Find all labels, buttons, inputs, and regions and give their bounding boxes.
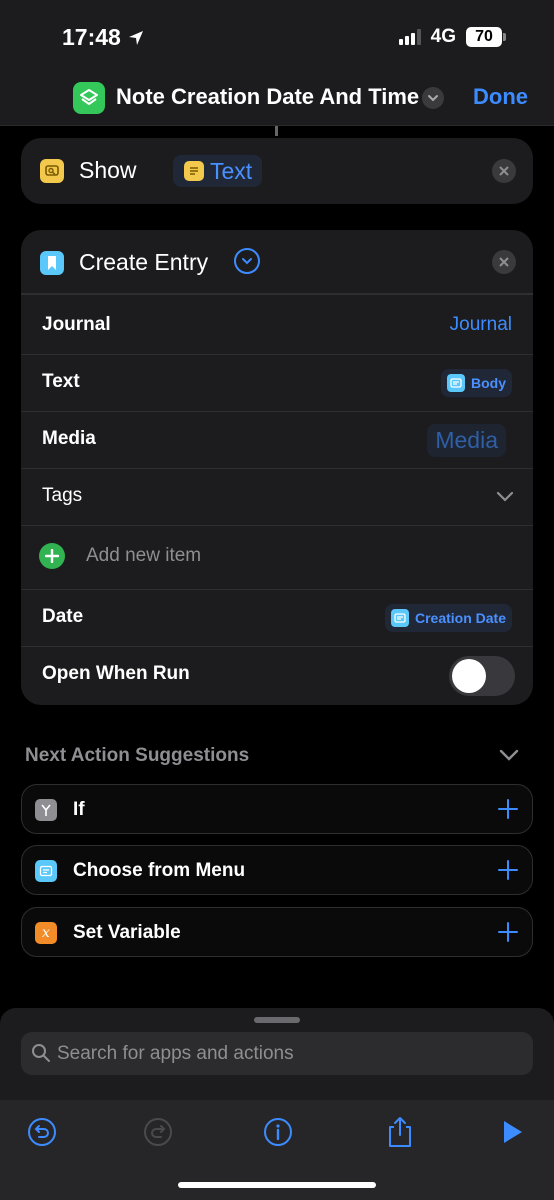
branch-icon [35, 799, 57, 821]
suggestion-choose-from-menu[interactable]: Choose from Menu [21, 845, 533, 895]
undo-button[interactable] [22, 1112, 62, 1152]
show-action-label: Show [79, 157, 137, 183]
remove-show-action-button[interactable] [492, 159, 516, 183]
add-new-item-row[interactable]: Add new item [21, 526, 533, 590]
signal-icon [398, 29, 421, 45]
layers-icon[interactable] [73, 82, 105, 114]
add-new-item-label: Add new item [86, 545, 202, 566]
open-when-run-label: Open When Run [42, 663, 190, 684]
tags-label: Tags [42, 485, 83, 506]
media-token-label: Media [435, 427, 498, 453]
status-time: 17:48 [62, 24, 145, 51]
journal-value[interactable]: Journal [450, 314, 512, 336]
text-box-icon [447, 374, 465, 392]
search-icon [32, 1044, 50, 1062]
menu-icon [35, 860, 57, 882]
show-action-card[interactable]: Show Text [21, 138, 533, 204]
suggestion-choose-from-menu-label: Choose from Menu [73, 860, 246, 881]
open-when-run-row: Open When Run [21, 647, 533, 704]
info-button[interactable] [258, 1112, 298, 1152]
text-row[interactable]: Text Body [21, 355, 533, 412]
suggestion-set-variable[interactable]: x Set Variable [21, 907, 533, 957]
text-variable-token[interactable]: Text [173, 155, 263, 187]
journal-label: Journal [42, 314, 111, 335]
suggestion-set-variable-label: Set Variable [73, 922, 181, 943]
toggle-knob [452, 659, 486, 693]
media-placeholder-token[interactable]: Media [427, 424, 506, 457]
variable-icon: x [35, 922, 57, 944]
done-button[interactable]: Done [473, 84, 528, 110]
show-result-icon [40, 159, 64, 183]
bookmark-icon [40, 251, 64, 275]
nav-bar: Note Creation Date And Time Done [0, 80, 554, 116]
media-label: Media [42, 428, 96, 449]
undo-icon [28, 1118, 56, 1146]
creation-date-token-label: Creation Date [414, 610, 506, 626]
share-icon [389, 1117, 411, 1147]
network-type: 4G [430, 26, 456, 47]
action-connector [275, 126, 278, 136]
body-token-label: Body [471, 375, 506, 391]
media-row[interactable]: Media Media [21, 412, 533, 469]
create-entry-title: Create Entry [79, 249, 209, 275]
location-arrow-icon [128, 30, 143, 45]
title-chevron-down-icon[interactable] [422, 87, 444, 109]
note-icon [184, 161, 204, 181]
plus-icon[interactable] [497, 859, 519, 881]
redo-icon [144, 1118, 172, 1146]
chevron-down-icon[interactable] [496, 491, 514, 503]
create-entry-header[interactable]: Create Entry [21, 230, 533, 295]
tags-row[interactable]: Tags [21, 469, 533, 526]
info-icon [264, 1118, 292, 1146]
top-bar: 17:48 4G 70 Note Creation Date And Time … [0, 0, 554, 126]
sheet-grabber[interactable] [254, 1017, 300, 1023]
creation-date-variable-token[interactable]: Creation Date [384, 604, 512, 632]
suggestion-if-label: If [73, 799, 85, 820]
body-variable-token[interactable]: Body [441, 369, 512, 397]
home-indicator[interactable] [178, 1182, 376, 1188]
shortcut-title[interactable]: Note Creation Date And Time [116, 84, 419, 110]
battery-level: 70 [466, 27, 502, 47]
add-plus-icon[interactable] [39, 543, 65, 569]
suggestion-if[interactable]: If [21, 784, 533, 834]
share-button[interactable] [380, 1112, 420, 1152]
close-icon [499, 257, 509, 267]
expand-chevron-icon[interactable] [234, 248, 260, 274]
suggestions-title: Next Action Suggestions [25, 745, 250, 766]
action-search-sheet [0, 1008, 554, 1200]
create-entry-action-card: Create Entry Journal Journal Text Body M… [21, 230, 533, 705]
text-label: Text [42, 371, 80, 392]
battery-icon: 70 [466, 27, 506, 47]
date-row[interactable]: Date Creation Date [21, 590, 533, 647]
journal-row[interactable]: Journal Journal [21, 298, 533, 355]
close-icon [499, 166, 509, 176]
text-token-label: Text [210, 157, 253, 184]
redo-button[interactable] [138, 1112, 178, 1152]
search-input[interactable] [57, 1032, 517, 1075]
open-when-run-toggle[interactable] [449, 656, 515, 696]
text-box-icon [390, 609, 409, 627]
suggestions-chevron-down-icon[interactable] [498, 748, 520, 762]
date-label: Date [42, 606, 84, 627]
remove-entry-action-button[interactable] [492, 250, 516, 274]
plus-icon[interactable] [497, 798, 519, 820]
play-icon [504, 1121, 522, 1143]
status-indicators: 4G 70 [398, 26, 506, 48]
run-button[interactable] [492, 1112, 532, 1152]
search-bar[interactable] [21, 1032, 533, 1075]
status-time-text: 17:48 [62, 24, 121, 50]
plus-icon[interactable] [497, 921, 519, 943]
